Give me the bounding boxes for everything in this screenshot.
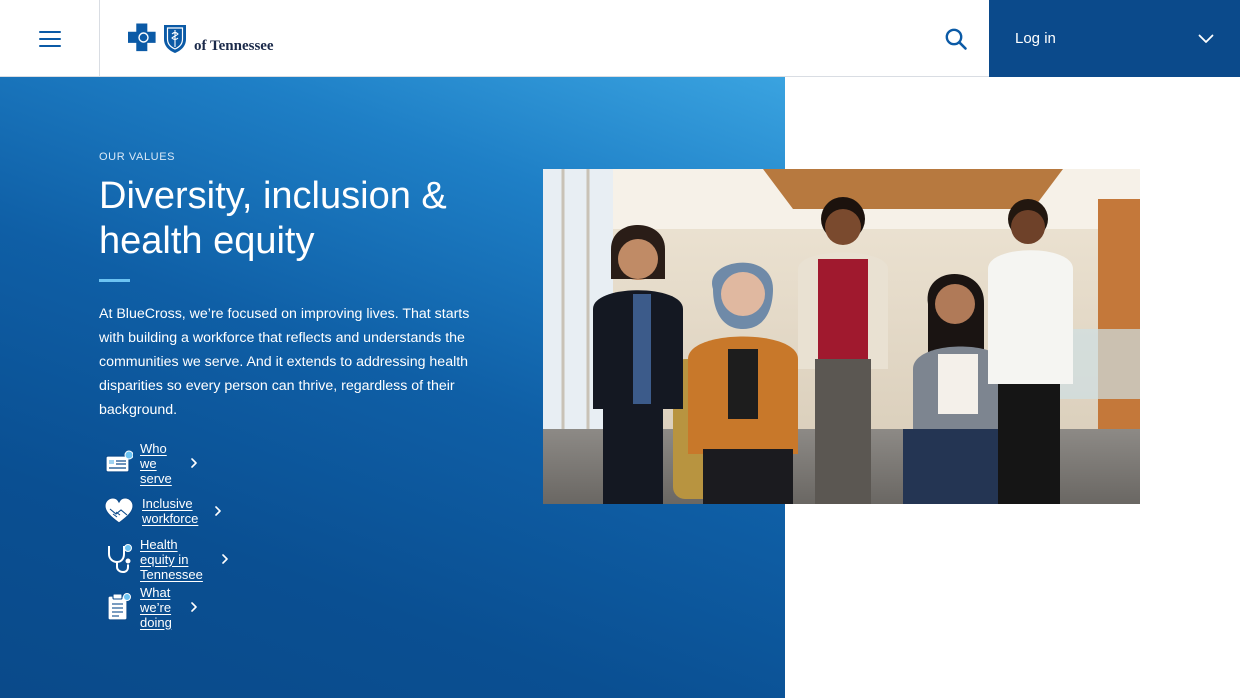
id-card-icon [103, 446, 133, 480]
link-who-we-serve[interactable]: Who we serve [103, 441, 198, 486]
search-button[interactable] [940, 24, 972, 54]
team-photo [543, 169, 1140, 504]
heart-hands-icon [103, 494, 135, 528]
logo-text: of Tennessee [194, 38, 274, 54]
chevron-right-icon [190, 458, 198, 468]
login-label: Log in [1015, 30, 1056, 47]
link-label: Inclusive workforce [142, 496, 199, 526]
title-accent-bar [99, 279, 130, 282]
menu-button[interactable] [0, 0, 100, 77]
chevron-right-icon [190, 602, 198, 612]
link-label: Who we serve [140, 440, 172, 486]
site-header: of Tennessee Log in [0, 0, 1240, 77]
intro-paragraph: At BlueCross, we’re focused on improving… [99, 306, 470, 418]
search-icon [945, 28, 967, 50]
hamburger-menu-icon [38, 30, 61, 47]
link-label: Health equity in Tennessee [140, 536, 203, 582]
link-what-were-doing[interactable]: What we’re doing [103, 585, 198, 630]
page-title: Diversity, inclusion & health equity [99, 175, 447, 262]
chevron-right-icon [221, 554, 229, 564]
stethoscope-icon [103, 542, 133, 576]
link-inclusive-workforce[interactable]: Inclusive workforce [103, 494, 222, 528]
link-label: What we’re doing [140, 584, 172, 630]
login-dropdown[interactable]: Log in [989, 0, 1240, 77]
chevron-right-icon [214, 506, 222, 516]
chevron-down-icon [1198, 34, 1214, 43]
link-health-equity-in-tennessee[interactable]: Health equity in Tennessee [103, 537, 229, 582]
bcbst-logo[interactable]: of Tennessee [128, 22, 274, 56]
section-eyebrow: OUR VALUES [99, 151, 176, 163]
blue-cross-blue-shield-logo-icon [128, 23, 186, 53]
clipboard-icon [103, 590, 133, 624]
